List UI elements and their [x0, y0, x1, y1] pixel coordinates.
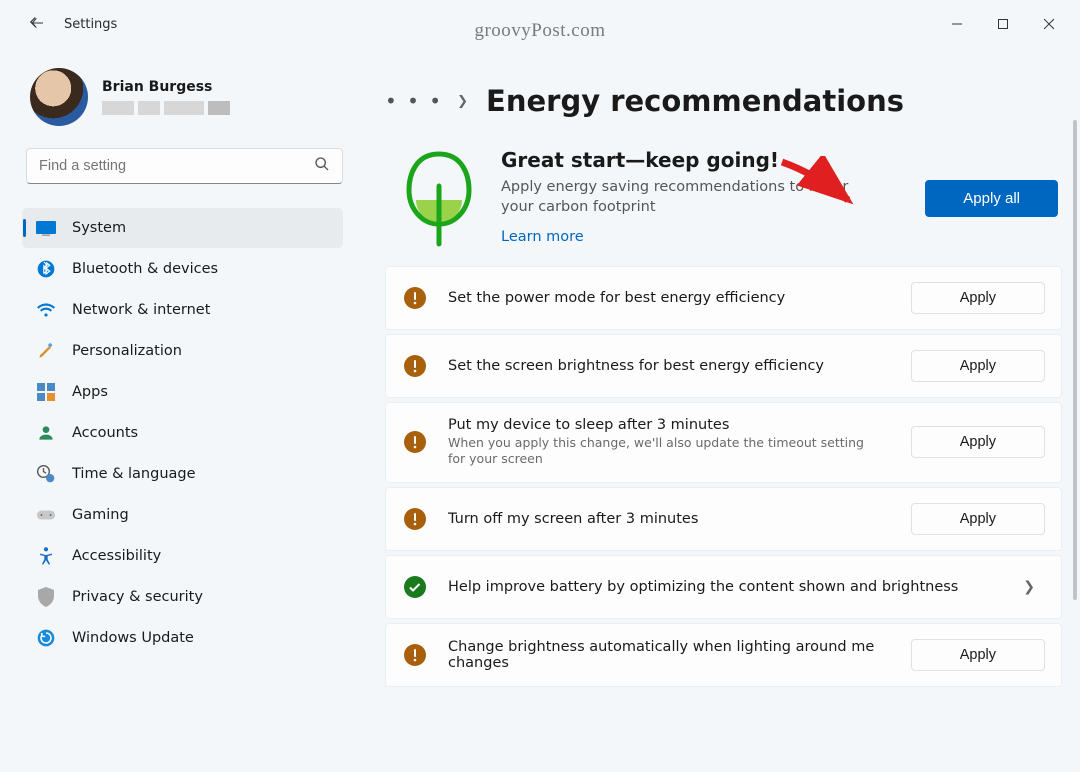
- recommendation-card: Put my device to sleep after 3 minutes Wh…: [385, 402, 1062, 483]
- sidebar-item-label: Time & language: [72, 466, 196, 482]
- alert-icon: [404, 508, 426, 530]
- search-box[interactable]: [26, 148, 343, 184]
- sidebar-item-label: Accessibility: [72, 548, 161, 564]
- card-label: Help improve battery by optimizing the c…: [448, 579, 991, 595]
- sidebar-item-apps[interactable]: Apps: [22, 372, 343, 412]
- bluetooth-icon: [36, 259, 56, 279]
- alert-icon: [404, 431, 426, 453]
- card-body: Change brightness automatically when lig…: [448, 639, 889, 671]
- watermark: groovyPost.com: [474, 20, 605, 42]
- sidebar-item-label: System: [72, 220, 126, 236]
- shield-icon: [36, 587, 56, 607]
- alert-icon: [404, 644, 426, 666]
- card-label: Set the screen brightness for best energ…: [448, 358, 889, 374]
- brush-icon: [36, 341, 56, 361]
- breadcrumb-overflow[interactable]: • • •: [385, 89, 443, 113]
- sidebar-item-label: Personalization: [72, 343, 182, 359]
- sidebar-item-label: Apps: [72, 384, 108, 400]
- card-label: Change brightness automatically when lig…: [448, 639, 889, 671]
- update-icon: [36, 628, 56, 648]
- sidebar-item-label: Accounts: [72, 425, 138, 441]
- recommendations-list: Set the power mode for best energy effic…: [385, 266, 1062, 687]
- apply-button[interactable]: Apply: [911, 426, 1045, 458]
- recommendation-card: Turn off my screen after 3 minutes Apply: [385, 487, 1062, 551]
- card-body: Turn off my screen after 3 minutes: [448, 511, 889, 527]
- person-icon: [36, 423, 56, 443]
- apply-all-button[interactable]: Apply all: [925, 180, 1058, 217]
- sidebar-item-label: Gaming: [72, 507, 129, 523]
- sidebar-item-label: Network & internet: [72, 302, 210, 318]
- chevron-right-icon: ❯: [457, 94, 468, 109]
- sidebar-item-accessibility[interactable]: Accessibility: [22, 536, 343, 576]
- scrollbar-thumb[interactable]: [1073, 120, 1077, 600]
- sidebar-item-label: Bluetooth & devices: [72, 261, 218, 277]
- apply-button[interactable]: Apply: [911, 282, 1045, 314]
- sidebar-item-personalization[interactable]: Personalization: [22, 331, 343, 371]
- gaming-icon: [36, 505, 56, 525]
- profile-name: Brian Burgess: [102, 79, 230, 95]
- sidebar-item-time-language[interactable]: Time & language: [22, 454, 343, 494]
- profile-email-redacted: [102, 101, 230, 115]
- sidebar-item-bluetooth[interactable]: Bluetooth & devices: [22, 249, 343, 289]
- minimize-button[interactable]: [934, 8, 980, 40]
- clock-globe-icon: [36, 464, 56, 484]
- accessibility-icon: [36, 546, 56, 566]
- close-button[interactable]: [1026, 8, 1072, 40]
- apps-icon: [36, 382, 56, 402]
- avatar: [30, 68, 88, 126]
- back-button[interactable]: [24, 13, 52, 35]
- breadcrumb: • • • ❯ Energy recommendations: [385, 84, 1062, 118]
- apply-button[interactable]: Apply: [911, 350, 1045, 382]
- card-body: Set the power mode for best energy effic…: [448, 290, 889, 306]
- nav-list: System Bluetooth & devices Network & int…: [22, 208, 349, 658]
- sidebar-item-gaming[interactable]: Gaming: [22, 495, 343, 535]
- card-label: Turn off my screen after 3 minutes: [448, 511, 889, 527]
- recommendation-card[interactable]: Help improve battery by optimizing the c…: [385, 555, 1062, 619]
- leaf-icon: [401, 148, 477, 248]
- sidebar-item-label: Windows Update: [72, 630, 194, 646]
- page-title: Energy recommendations: [486, 84, 904, 118]
- profile[interactable]: Brian Burgess: [22, 68, 349, 126]
- sidebar-item-privacy[interactable]: Privacy & security: [22, 577, 343, 617]
- learn-more-link[interactable]: Learn more: [501, 229, 584, 245]
- alert-icon: [404, 287, 426, 309]
- card-body: Set the screen brightness for best energ…: [448, 358, 889, 374]
- wifi-icon: [36, 300, 56, 320]
- recommendation-card: Set the power mode for best energy effic…: [385, 266, 1062, 330]
- search-icon: [314, 156, 330, 176]
- hero-title: Great start—keep going!: [501, 148, 881, 172]
- hero-subtitle: Apply energy saving recommendations to l…: [501, 178, 881, 217]
- maximize-button[interactable]: [980, 8, 1026, 40]
- card-label: Put my device to sleep after 3 minutes: [448, 417, 889, 433]
- check-icon: [404, 576, 426, 598]
- recommendation-card: Change brightness automatically when lig…: [385, 623, 1062, 687]
- sidebar-item-system[interactable]: System: [22, 208, 343, 248]
- app-title: Settings: [64, 17, 117, 32]
- hero-banner: Great start—keep going! Apply energy sav…: [385, 134, 1062, 266]
- sidebar-item-label: Privacy & security: [72, 589, 203, 605]
- search-input[interactable]: [39, 158, 314, 174]
- card-body: Help improve battery by optimizing the c…: [448, 579, 991, 595]
- card-sublabel: When you apply this change, we'll also u…: [448, 435, 878, 468]
- system-icon: [36, 218, 56, 238]
- sidebar-item-accounts[interactable]: Accounts: [22, 413, 343, 453]
- sidebar: Brian Burgess System Bluetooth & devices: [0, 48, 355, 772]
- chevron-right-icon[interactable]: ❯: [1013, 579, 1045, 595]
- apply-button[interactable]: Apply: [911, 503, 1045, 535]
- recommendation-card: Set the screen brightness for best energ…: [385, 334, 1062, 398]
- card-body: Put my device to sleep after 3 minutes Wh…: [448, 417, 889, 468]
- alert-icon: [404, 355, 426, 377]
- apply-button[interactable]: Apply: [911, 639, 1045, 671]
- sidebar-item-network[interactable]: Network & internet: [22, 290, 343, 330]
- main-content: • • • ❯ Energy recommendations Great sta…: [355, 48, 1080, 772]
- card-label: Set the power mode for best energy effic…: [448, 290, 889, 306]
- sidebar-item-update[interactable]: Windows Update: [22, 618, 343, 658]
